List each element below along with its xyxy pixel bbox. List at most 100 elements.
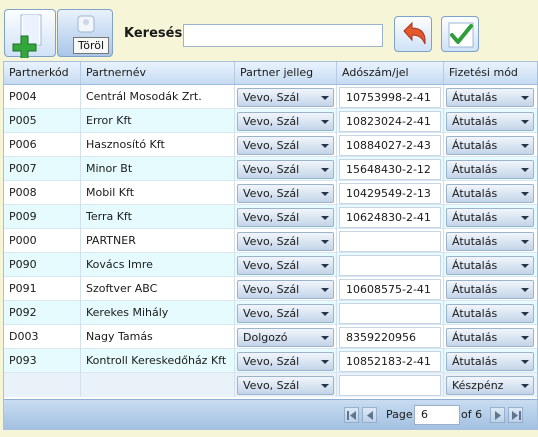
page-number-input[interactable]: 6	[414, 405, 460, 425]
partner-code-cell[interactable]: P000	[4, 229, 81, 253]
partner-type-dropdown[interactable]: Vevo, Szál	[237, 304, 334, 323]
table-row[interactable]: P091 Szoftver ABC Vevo, Szál 10608575-2-41 Á…	[4, 277, 537, 301]
partner-name-cell[interactable]: Minor Bt	[81, 157, 235, 181]
partner-code-cell[interactable]	[4, 373, 81, 397]
partner-type-dropdown[interactable]: Vevo, Szál	[237, 184, 334, 203]
column-header-type[interactable]: Partner jelleg	[235, 62, 337, 84]
tax-number-input[interactable]	[339, 303, 441, 324]
table-row[interactable]: P093 Kontroll Kereskedőház Kft Vevo, Szál 1…	[4, 349, 537, 373]
table-row[interactable]: P092 Kerekes Mihály Vevo, Szál Átutalás	[4, 301, 537, 325]
partner-code-cell[interactable]: P007	[4, 157, 81, 181]
partner-name-cell[interactable]: Hasznosító Kft	[81, 133, 235, 157]
column-header-payment[interactable]: Fizetési mód	[444, 62, 537, 84]
partner-type-cell: Vevo, Szál	[235, 133, 337, 157]
partner-name-cell[interactable]: Terra Kft	[81, 205, 235, 229]
partner-code-cell[interactable]: D003	[4, 325, 81, 349]
partner-code-cell[interactable]: P008	[4, 181, 81, 205]
partner-code-cell[interactable]: P090	[4, 253, 81, 277]
tax-number-input[interactable]	[339, 255, 441, 276]
add-partner-button[interactable]	[4, 9, 56, 60]
payment-method-dropdown[interactable]: Átutalás	[446, 232, 534, 251]
payment-method-dropdown[interactable]: Átutalás	[446, 136, 534, 155]
partner-type-dropdown[interactable]: Vevo, Szál	[237, 136, 334, 155]
partner-type-dropdown[interactable]: Vevo, Szál	[237, 256, 334, 275]
partner-type-dropdown[interactable]: Dolgozó	[237, 328, 334, 347]
partner-name-cell[interactable]: Kovács Imre	[81, 253, 235, 277]
table-row[interactable]: D003 Nagy Tamás Dolgozó 8359220956 Átutalás	[4, 325, 537, 349]
table-row[interactable]: P009 Terra Kft Vevo, Szál 10624830-2-41 Átut…	[4, 205, 537, 229]
partner-code-cell[interactable]: P093	[4, 349, 81, 373]
partner-type-dropdown[interactable]: Vevo, Szál	[237, 160, 334, 179]
partner-code-cell[interactable]: P009	[4, 205, 81, 229]
payment-method-dropdown[interactable]: Átutalás	[446, 352, 534, 371]
partner-name-cell[interactable]: Centrál Mosodák Zrt.	[81, 85, 235, 109]
last-page-button[interactable]	[508, 407, 523, 423]
chevron-down-icon	[321, 216, 329, 220]
next-page-button[interactable]	[490, 407, 505, 423]
partner-type-dropdown[interactable]: Vevo, Szál	[237, 376, 334, 395]
table-row[interactable]: P007 Minor Bt Vevo, Szál 15648430-2-12 Átuta…	[4, 157, 537, 181]
tax-number-input[interactable]: 10884027-2-43	[339, 135, 441, 156]
payment-method-dropdown[interactable]: Átutalás	[446, 184, 534, 203]
partner-code-cell[interactable]: P092	[4, 301, 81, 325]
payment-method-dropdown[interactable]: Átutalás	[446, 304, 534, 323]
toolbar: Töröl Keresés:	[0, 0, 538, 62]
table-row[interactable]: P008 Mobil Kft Vevo, Szál 10429549-2-13 Átut…	[4, 181, 537, 205]
search-input[interactable]	[183, 24, 383, 47]
payment-method-cell: Átutalás	[444, 253, 537, 277]
payment-method-dropdown[interactable]: Átutalás	[446, 160, 534, 179]
table-row[interactable]: P090 Kovács Imre Vevo, Szál Átutalás	[4, 253, 537, 277]
payment-method-dropdown[interactable]: Átutalás	[446, 328, 534, 347]
tax-number-input[interactable]: 15648430-2-12	[339, 159, 441, 180]
table-row[interactable]: P000 PARTNER Vevo, Szál Átutalás	[4, 229, 537, 253]
table-row[interactable]: P004 Centrál Mosodák Zrt. Vevo, Szál 107539…	[4, 85, 537, 109]
tax-number-input[interactable]: 10852183-2-41	[339, 351, 441, 372]
tax-number-input[interactable]: 10608575-2-41	[339, 279, 441, 300]
partner-code-cell[interactable]: P006	[4, 133, 81, 157]
undo-button[interactable]	[394, 16, 432, 52]
tax-number-input[interactable]	[339, 231, 441, 252]
partner-name-cell[interactable]: Kontroll Kereskedőház Kft	[81, 349, 235, 373]
column-header-name[interactable]: Partnernév	[81, 62, 235, 84]
partner-type-dropdown[interactable]: Vevo, Szál	[237, 112, 334, 131]
partner-code-cell[interactable]: P091	[4, 277, 81, 301]
confirm-button[interactable]	[441, 16, 479, 52]
payment-method-value: Átutalás	[452, 91, 498, 104]
partner-type-dropdown[interactable]: Vevo, Szál	[237, 280, 334, 299]
partner-name-cell[interactable]: Nagy Tamás	[81, 325, 235, 349]
partner-name-cell[interactable]: Szoftver ABC	[81, 277, 235, 301]
tax-number-input[interactable]: 10624830-2-41	[339, 207, 441, 228]
partner-code-cell[interactable]: P005	[4, 109, 81, 133]
prev-page-button[interactable]	[362, 407, 377, 423]
partner-name-cell[interactable]: Mobil Kft	[81, 181, 235, 205]
partner-name-cell[interactable]	[81, 373, 235, 397]
tax-number-input[interactable]	[339, 375, 441, 396]
tax-number-input[interactable]: 10753998-2-41	[339, 87, 441, 108]
payment-method-dropdown[interactable]: Átutalás	[446, 280, 534, 299]
payment-method-value: Készpénz	[452, 379, 504, 392]
column-header-tax[interactable]: Adószám/jel	[337, 62, 444, 84]
payment-method-dropdown[interactable]: Átutalás	[446, 88, 534, 107]
payment-method-dropdown[interactable]: Átutalás	[446, 112, 534, 131]
payment-method-dropdown[interactable]: Átutalás	[446, 208, 534, 227]
column-header-code[interactable]: Partnerkód	[4, 62, 81, 84]
payment-method-cell: Átutalás	[444, 205, 537, 229]
tax-number-input[interactable]: 10823024-2-41	[339, 111, 441, 132]
new-row[interactable]: Vevo, Szál Készpénz	[4, 373, 537, 397]
partner-type-value: Vevo, Szál	[243, 283, 300, 296]
partner-code-cell[interactable]: P004	[4, 85, 81, 109]
partner-type-dropdown[interactable]: Vevo, Szál	[237, 232, 334, 251]
first-page-button[interactable]	[344, 407, 359, 423]
partner-type-dropdown[interactable]: Vevo, Szál	[237, 352, 334, 371]
payment-method-dropdown[interactable]: Átutalás	[446, 256, 534, 275]
partner-name-cell[interactable]: PARTNER	[81, 229, 235, 253]
partner-type-dropdown[interactable]: Vevo, Szál	[237, 208, 334, 227]
tax-number-input[interactable]: 10429549-2-13	[339, 183, 441, 204]
table-row[interactable]: P006 Hasznosító Kft Vevo, Szál 10884027-2-4…	[4, 133, 537, 157]
partner-type-dropdown[interactable]: Vevo, Szál	[237, 88, 334, 107]
tax-number-input[interactable]: 8359220956	[339, 327, 441, 348]
table-row[interactable]: P005 Error Kft Vevo, Szál 10823024-2-41 Átut…	[4, 109, 537, 133]
partner-name-cell[interactable]: Kerekes Mihály	[81, 301, 235, 325]
payment-method-dropdown[interactable]: Készpénz	[446, 376, 534, 395]
partner-name-cell[interactable]: Error Kft	[81, 109, 235, 133]
